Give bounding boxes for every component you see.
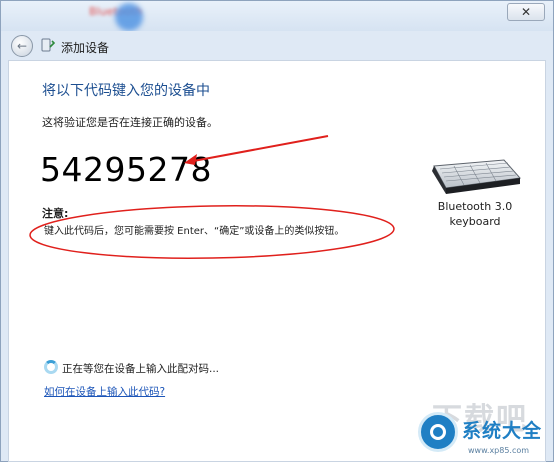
instruction-heading: 将以下代码键入您的设备中	[42, 83, 210, 99]
watermark-url: www.xp85.com	[468, 446, 530, 455]
blurred-title: Bluetooth	[89, 3, 169, 31]
navigation-bar: ← 添加设备	[1, 31, 553, 61]
note-text: 键入此代码后，您可能需要按 Enter、“确定”或设备上的类似按钮。	[44, 226, 345, 237]
bluetooth-device-icon	[41, 38, 55, 52]
pairing-code: 54295278	[40, 150, 212, 189]
page-title: 添加设备	[61, 41, 110, 55]
spinner-icon	[44, 360, 58, 374]
back-button[interactable]: ←	[11, 35, 33, 57]
close-button[interactable]: ✕	[507, 3, 545, 21]
blurred-logo-icon	[115, 3, 143, 31]
watermark-logo-icon	[418, 412, 458, 452]
keyboard-icon	[432, 159, 521, 194]
watermark: 下载吧 系统大全 www.xp85.com	[396, 394, 554, 462]
help-link[interactable]: 如何在设备上输入此代码?	[44, 384, 165, 399]
note-title: 注意:	[42, 207, 69, 220]
device-name-line1: Bluetooth 3.0	[437, 200, 513, 213]
device-name-line2: keyboard	[449, 215, 501, 228]
title-bar: Bluetooth ✕	[1, 1, 553, 31]
instruction-subtext: 这将验证您是否在连接正确的设备。	[42, 116, 218, 129]
watermark-name: 系统大全	[462, 420, 543, 442]
waiting-text: 正在等您在设备上输入此配对码...	[62, 363, 220, 375]
